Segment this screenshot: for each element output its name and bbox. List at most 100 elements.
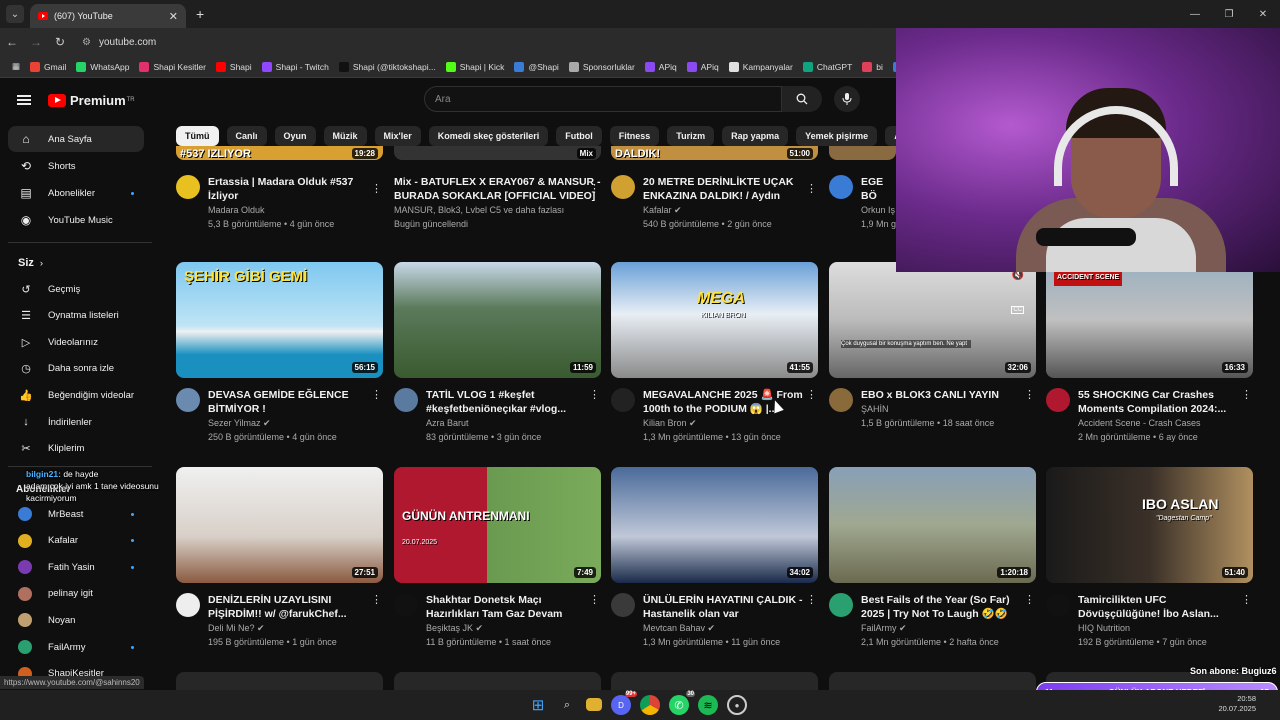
more-options-icon[interactable]: ⋮ bbox=[371, 182, 382, 195]
video-thumbnail[interactable]: MEGA KILIAN BRON 41:55 bbox=[611, 262, 818, 378]
sidebar-you-item-3[interactable]: ◷ Daha sonra izle bbox=[8, 356, 144, 382]
new-tab-icon[interactable]: + bbox=[196, 6, 204, 22]
search-input[interactable]: Ara bbox=[424, 86, 782, 112]
video-thumbnail[interactable] bbox=[829, 146, 896, 160]
maximize-icon[interactable]: ❐ bbox=[1212, 9, 1246, 20]
search-taskbar-icon[interactable]: ⌕ bbox=[557, 695, 577, 715]
more-options-icon[interactable]: ⋮ bbox=[589, 182, 600, 195]
youtube-logo[interactable]: Premium TR bbox=[48, 93, 135, 108]
more-options-icon[interactable]: ⋮ bbox=[371, 388, 382, 401]
channel-name[interactable]: Accident Scene - Crash Cases bbox=[1078, 416, 1238, 430]
video-card-top-1[interactable]: Mix Mix - BATUFLEX X ERAY067 & MANSUR - B… bbox=[394, 146, 602, 231]
chip-5[interactable]: Komedi skeç gösterileri bbox=[428, 126, 549, 146]
sidebar-you-item-0[interactable]: ↺ Geçmiş bbox=[8, 276, 144, 302]
channel-avatar[interactable] bbox=[611, 388, 635, 412]
channel-name[interactable]: Kilian Bron ✔ bbox=[643, 416, 803, 430]
bookmark-item[interactable]: WhatsApp bbox=[76, 61, 129, 72]
chip-7[interactable]: Fitness bbox=[609, 126, 660, 146]
channel-avatar[interactable] bbox=[176, 175, 200, 199]
channel-avatar[interactable] bbox=[394, 388, 418, 412]
channel-name[interactable]: Beşiktaş JK ✔ bbox=[426, 621, 586, 635]
whatsapp-icon[interactable]: ✆ 30 bbox=[669, 691, 695, 715]
bookmark-item[interactable]: APiq bbox=[686, 61, 719, 72]
channel-name[interactable]: FailArmy ✔ bbox=[861, 621, 1021, 635]
sidebar-item-0[interactable]: ⌂ Ana Sayfa bbox=[8, 126, 144, 152]
video-thumbnail[interactable]: GÜNÜN ANTRENMANI 20.07.2025 7:49 bbox=[394, 467, 601, 583]
sidebar-item-1[interactable]: ⟲ Shorts bbox=[8, 153, 144, 179]
more-options-icon[interactable]: ⋮ bbox=[371, 593, 382, 606]
video-title[interactable]: 20 METRE DERİNLİKTE UÇAK ENKAZINA DALDIK… bbox=[643, 175, 819, 203]
sidebar-you-item-6[interactable]: ✂ Kliplerim bbox=[8, 436, 144, 462]
more-options-icon[interactable]: ⋮ bbox=[1024, 388, 1035, 401]
video-thumbnail[interactable]: 34:02 bbox=[611, 467, 818, 583]
video-title[interactable]: TATİL VLOG 1 #keşfet #keşfetbeniöneçıkar… bbox=[426, 388, 586, 416]
channel-avatar[interactable] bbox=[1046, 593, 1070, 617]
sidebar-sub-item-3[interactable]: pelinay igit bbox=[8, 581, 144, 607]
video-card[interactable]: Çok duygusal bir konuşma yaptım ben. Ne … bbox=[829, 262, 1037, 430]
reload-icon[interactable]: ↻ bbox=[48, 35, 72, 49]
video-card[interactable]: 1:20:18 Best Fails of the Year (So Far) 2… bbox=[829, 467, 1037, 649]
windows-start-icon[interactable]: ⊞ bbox=[528, 695, 548, 715]
chip-8[interactable]: Turizm bbox=[667, 126, 715, 146]
more-options-icon[interactable]: ⋮ bbox=[806, 182, 817, 195]
forward-icon[interactable]: → bbox=[24, 35, 48, 49]
sidebar-item-2[interactable]: ▤ Abonelikler bbox=[8, 180, 144, 206]
minimize-icon[interactable]: — bbox=[1178, 9, 1212, 20]
chip-3[interactable]: Müzik bbox=[323, 126, 367, 146]
discord-icon[interactable]: D 99+ bbox=[611, 691, 637, 715]
video-title[interactable]: EGE BÖ PUANL bbox=[861, 175, 897, 203]
channel-name[interactable]: Deli Mi Ne? ✔ bbox=[208, 621, 368, 635]
video-title[interactable]: Shakhtar Donetsk Maçı Hazırlıkları Tam G… bbox=[426, 593, 586, 621]
obs-icon[interactable]: ● bbox=[727, 695, 747, 715]
sidebar-sub-item-5[interactable]: FailArmy bbox=[8, 634, 144, 660]
video-card[interactable]: ACCIDENT SCENE 16:33 55 SHOCKING Car Crash… bbox=[1046, 262, 1254, 444]
channel-avatar[interactable] bbox=[176, 593, 200, 617]
back-icon[interactable]: ← bbox=[0, 35, 24, 49]
bookmark-item[interactable]: Shapi bbox=[215, 61, 252, 72]
bookmark-item[interactable]: APiq bbox=[644, 61, 677, 72]
channel-avatar[interactable] bbox=[176, 388, 200, 412]
channel-avatar[interactable] bbox=[829, 593, 853, 617]
video-title[interactable]: EBO x BLOK3 CANLI YAYIN bbox=[861, 388, 1021, 402]
more-options-icon[interactable]: ⋮ bbox=[1241, 388, 1252, 401]
sidebar-sub-item-4[interactable]: Noyan bbox=[8, 607, 144, 633]
video-card[interactable]: 11:59 TATİL VLOG 1 #keşfet #keşfetbeniöne… bbox=[394, 262, 602, 444]
channel-avatar[interactable] bbox=[829, 175, 853, 199]
chrome-icon[interactable] bbox=[640, 695, 660, 715]
file-explorer-icon[interactable] bbox=[586, 698, 602, 711]
bookmark-item[interactable]: Shapi | Kick bbox=[445, 61, 504, 72]
video-title[interactable]: Mix - BATUFLEX X ERAY067 & MANSUR - BURA… bbox=[394, 175, 602, 203]
video-thumbnail[interactable]: DALDIK! 51:00 bbox=[611, 146, 818, 160]
channel-avatar[interactable] bbox=[829, 388, 853, 412]
cc-icon[interactable]: CC bbox=[1011, 306, 1024, 314]
video-title[interactable]: ÜNLÜLERİN HAYATINI ÇALDIK - Hastanelik o… bbox=[643, 593, 803, 621]
chip-1[interactable]: Canlı bbox=[226, 126, 267, 146]
bookmark-item[interactable]: Gmail bbox=[30, 61, 66, 72]
sidebar-you-item-2[interactable]: ▷ Videolarınız bbox=[8, 329, 144, 355]
video-title[interactable]: Best Fails of the Year (So Far) 2025 | T… bbox=[861, 593, 1021, 621]
sidebar-you-item-4[interactable]: 👍 Beğendiğim videolar bbox=[8, 382, 144, 408]
video-thumbnail[interactable]: Çok duygusal bir konuşma yaptım ben. Ne … bbox=[829, 262, 1036, 378]
chip-6[interactable]: Futbol bbox=[556, 126, 602, 146]
video-title[interactable]: DENİZLERİN UZAYLISINI PİŞİRDİM!! w/ @far… bbox=[208, 593, 368, 621]
video-thumbnail[interactable]: IBO ASLAN "Dagestan Camp" 51:40 bbox=[1046, 467, 1253, 583]
more-options-icon[interactable]: ⋮ bbox=[589, 388, 600, 401]
video-thumbnail[interactable]: ACCIDENT SCENE 16:33 bbox=[1046, 262, 1253, 378]
voice-search-button[interactable] bbox=[834, 86, 860, 112]
close-window-icon[interactable]: ✕ bbox=[1246, 9, 1280, 20]
channel-name[interactable]: MANSUR, Blok3, Lvbel C5 ve daha fazlası bbox=[394, 203, 602, 217]
chip-10[interactable]: Yemek pişirme bbox=[796, 126, 878, 146]
video-title[interactable]: DEVASA GEMİDE EĞLENCE BİTMİYOR ! bbox=[208, 388, 368, 416]
bookmark-item[interactable]: Shapi (@tiktokshapi... bbox=[338, 61, 436, 72]
site-info-icon[interactable]: ⚙ bbox=[82, 37, 91, 48]
channel-avatar[interactable] bbox=[611, 175, 635, 199]
browser-tab[interactable]: (607) YouTube ✕ bbox=[30, 4, 186, 28]
sidebar-you-header[interactable]: Siz › bbox=[8, 250, 144, 276]
sidebar-you-item-1[interactable]: ☰ Oynatma listeleri bbox=[8, 303, 144, 329]
chip-4[interactable]: Mix'ler bbox=[374, 126, 421, 146]
video-thumbnail[interactable]: Mix bbox=[394, 146, 601, 160]
bookmark-item[interactable]: ChatGPT bbox=[802, 61, 852, 72]
bookmark-item[interactable]: Kampanyalar bbox=[728, 61, 793, 72]
tab-list-button[interactable]: ⌄ bbox=[6, 5, 24, 23]
channel-name[interactable]: Orkun Iş bbox=[861, 203, 897, 217]
